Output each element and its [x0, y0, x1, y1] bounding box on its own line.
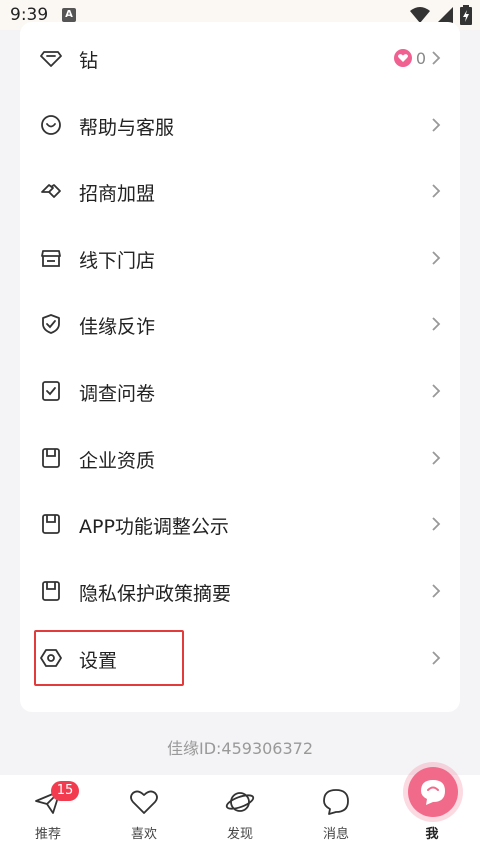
- document-icon: [42, 514, 60, 534]
- menu-label: APP功能调整公示: [79, 516, 229, 538]
- menu-item-stores[interactable]: 线下门店: [20, 225, 460, 291]
- chevron-right-icon: [432, 317, 441, 331]
- tab-discover[interactable]: 发现: [192, 775, 288, 852]
- document-icon: [42, 581, 60, 601]
- menu-item-privacy[interactable]: 隐私保护政策摘要: [20, 558, 460, 624]
- menu-item-franchise[interactable]: 招商加盟: [20, 158, 460, 224]
- heart-icon: [130, 790, 158, 814]
- menu-card: 钻 0 帮助与客服 招商加盟 线下门店 佳缘反诈 调查问卷 企业资质 APP功能…: [20, 22, 460, 712]
- unread-badge: 15: [51, 781, 79, 801]
- smile-icon: [41, 115, 61, 135]
- tab-label: 喜欢: [130, 827, 157, 842]
- tab-messages[interactable]: 消息: [288, 775, 384, 852]
- menu-item-survey[interactable]: 调查问卷: [20, 358, 460, 424]
- notification-icon: A: [62, 8, 76, 22]
- store-icon: [41, 250, 61, 267]
- chevron-right-icon: [432, 51, 441, 65]
- user-id-text: 佳缘ID:459306372: [166, 739, 314, 758]
- menu-item-qualifications[interactable]: 企业资质: [20, 425, 460, 491]
- tab-label: 我: [425, 827, 439, 842]
- chevron-right-icon: [432, 251, 441, 265]
- chevron-right-icon: [432, 517, 441, 531]
- menu-item-app-notice[interactable]: APP功能调整公示: [20, 491, 460, 557]
- battery-icon: [460, 5, 472, 25]
- diamond-icon: [40, 51, 62, 67]
- chevron-right-icon: [432, 184, 441, 198]
- survey-icon: [42, 381, 60, 401]
- profile-icon[interactable]: [408, 767, 458, 817]
- tab-label: 消息: [322, 827, 349, 842]
- heart-coin-icon: [394, 49, 412, 67]
- diamond-count: 0: [415, 49, 426, 68]
- chevron-right-icon: [432, 384, 441, 398]
- chat-bubble-icon: [323, 789, 349, 815]
- tab-recommend[interactable]: 15 推荐: [0, 775, 96, 852]
- menu-item-anti-fraud[interactable]: 佳缘反诈: [20, 291, 460, 357]
- menu-label: 调查问卷: [79, 383, 156, 405]
- document-icon: [42, 448, 60, 468]
- menu-label: 企业资质: [79, 450, 156, 472]
- menu-item-help[interactable]: 帮助与客服: [20, 92, 460, 158]
- menu-label: 线下门店: [79, 250, 156, 272]
- menu-label: 佳缘反诈: [79, 316, 156, 338]
- shield-check-icon: [42, 314, 60, 334]
- tab-label: 发现: [226, 827, 253, 842]
- menu-item-diamond[interactable]: 钻 0: [20, 25, 460, 91]
- handshake-icon: [41, 184, 61, 198]
- settings-highlight-box: [34, 630, 184, 686]
- menu-label: 招商加盟: [79, 183, 156, 205]
- chevron-right-icon: [432, 584, 441, 598]
- planet-icon: [225, 792, 255, 812]
- chevron-right-icon: [432, 451, 441, 465]
- chevron-right-icon: [432, 651, 441, 665]
- menu-label: 钻: [79, 50, 99, 72]
- tab-label: 推荐: [34, 827, 61, 842]
- tab-likes[interactable]: 喜欢: [96, 775, 192, 852]
- chevron-right-icon: [432, 118, 441, 132]
- menu-label: 帮助与客服: [79, 117, 175, 139]
- menu-label: 隐私保护政策摘要: [79, 583, 232, 605]
